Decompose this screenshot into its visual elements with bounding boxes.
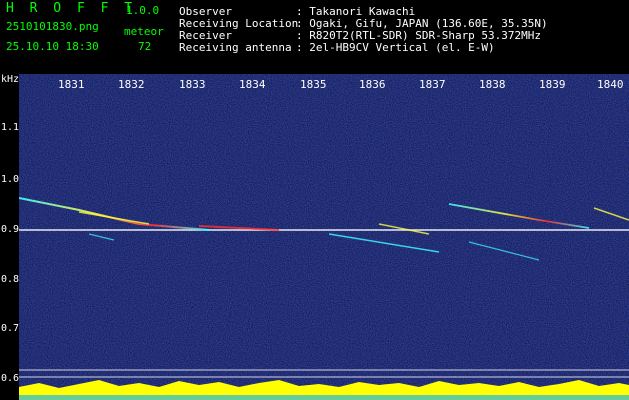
y-tick-1-0: 1.0 bbox=[1, 174, 20, 185]
y-tick-0-6: 0.6 bbox=[1, 373, 20, 384]
y-axis: kHz 1.1 1.0 0.9 0.8 0.7 0.6 bbox=[0, 74, 19, 400]
x-tick-1840: 1840 bbox=[597, 78, 624, 91]
x-tick-1831: 1831 bbox=[58, 78, 85, 91]
info-key-antenna: Receiving antenna bbox=[179, 41, 292, 54]
x-tick-1838: 1838 bbox=[479, 78, 506, 91]
y-tick-1-1: 1.1 bbox=[1, 122, 20, 133]
meteor-count: 72 bbox=[138, 40, 152, 53]
spectrogram-plot bbox=[19, 74, 629, 400]
x-tick-1836: 1836 bbox=[359, 78, 386, 91]
y-tick-0-7: 0.7 bbox=[1, 323, 20, 334]
activity-baseline bbox=[19, 395, 629, 400]
spectrogram-speckle bbox=[19, 74, 629, 400]
header-panel: H R O F F T 1.0.0 2510101830.png meteor … bbox=[0, 0, 629, 74]
y-axis-unit: kHz bbox=[1, 74, 20, 85]
app-name: H R O F F T bbox=[6, 1, 137, 16]
x-tick-1833: 1833 bbox=[179, 78, 206, 91]
x-tick-1837: 1837 bbox=[419, 78, 446, 91]
x-tick-1835: 1835 bbox=[300, 78, 327, 91]
info-value-antenna: : 2el-HB9CV Vertical (el. E-W) bbox=[296, 41, 495, 54]
y-tick-0-9: 0.9 bbox=[1, 224, 20, 235]
y-tick-0-8: 0.8 bbox=[1, 274, 20, 285]
x-tick-1839: 1839 bbox=[539, 78, 566, 91]
x-tick-1834: 1834 bbox=[239, 78, 266, 91]
x-tick-1832: 1832 bbox=[118, 78, 145, 91]
meteor-label: meteor bbox=[124, 25, 164, 38]
app-version: 1.0.0 bbox=[126, 4, 160, 17]
file-datetime: 25.10.10 18:30 bbox=[6, 40, 99, 53]
file-name: 2510101830.png bbox=[6, 20, 99, 33]
